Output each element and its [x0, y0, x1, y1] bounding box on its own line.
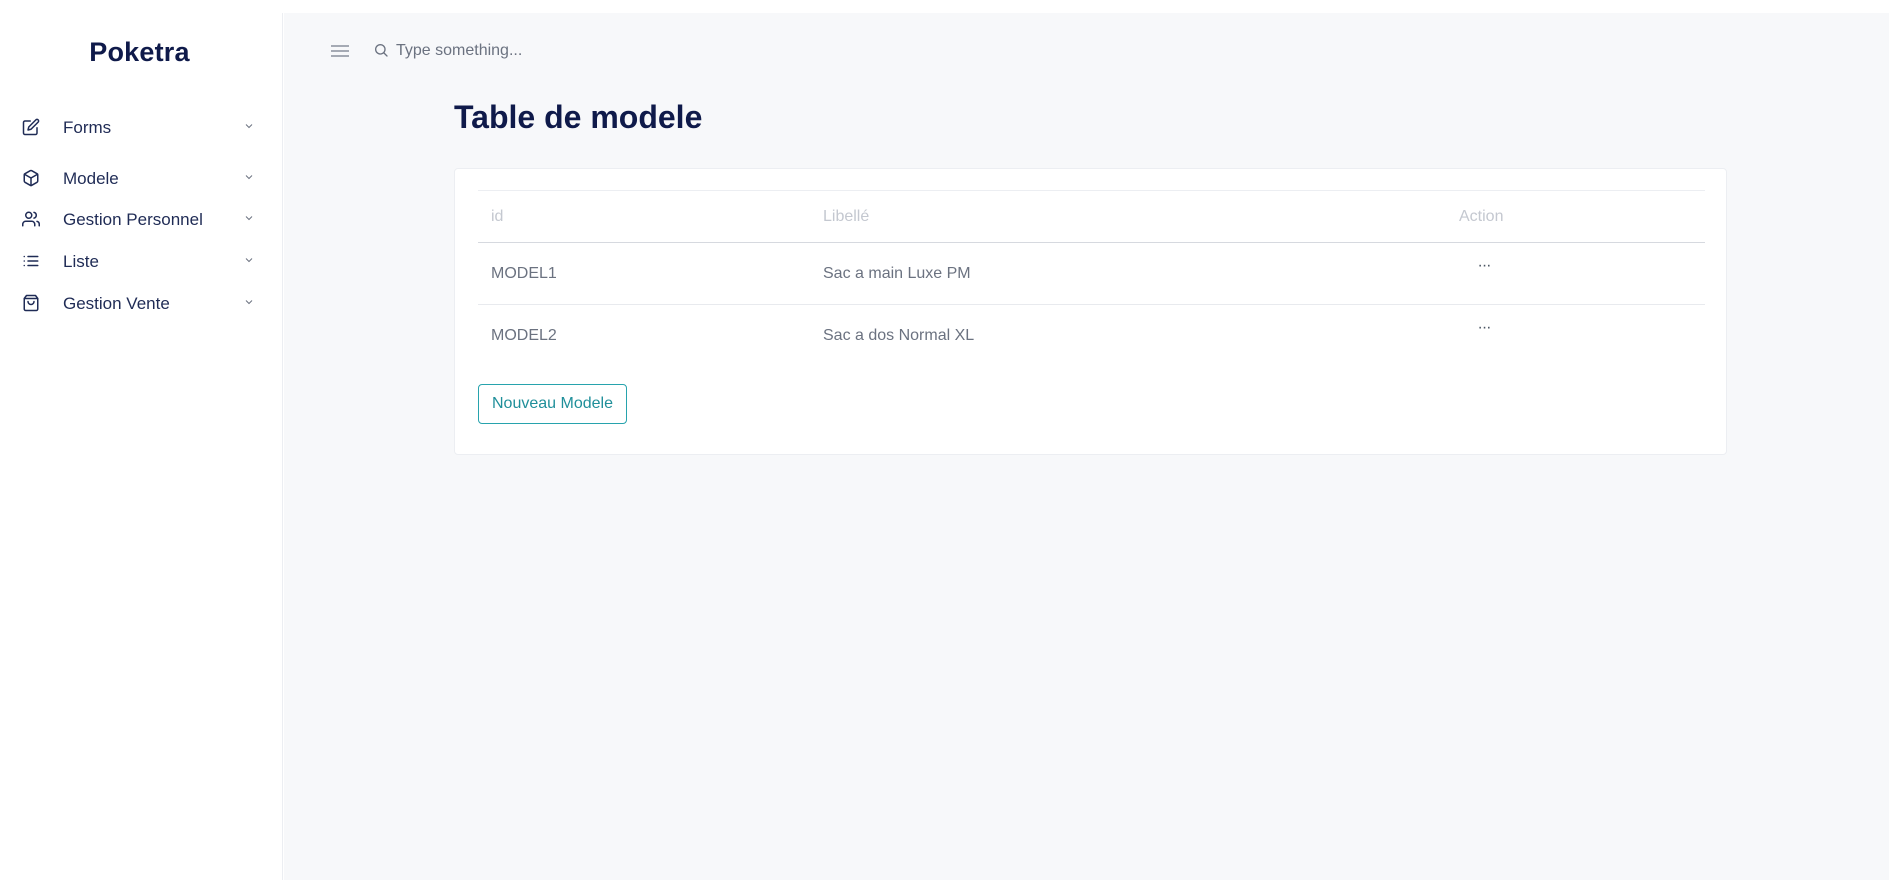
sidebar-item-label: Gestion Vente	[63, 294, 170, 313]
sidebar: Poketra Forms Modele Gestion Personnel L…	[0, 13, 283, 880]
models-table-card: id Libellé Action MODEL1 Sac a main Luxe…	[454, 168, 1727, 455]
table-header-row: id Libellé Action	[478, 190, 1705, 243]
chevron-down-icon	[243, 120, 255, 132]
chevron-down-icon	[243, 296, 255, 308]
row-actions-button[interactable]: ···	[1469, 319, 1499, 343]
row-actions-button[interactable]: ···	[1469, 257, 1499, 281]
sidebar-item-modele[interactable]: Modele	[0, 160, 283, 196]
top-strip	[0, 0, 1889, 13]
users-icon	[22, 210, 40, 228]
table-row: MODEL2 Sac a dos Normal XL ···	[478, 305, 1705, 367]
sidebar-item-forms[interactable]: Forms	[0, 109, 283, 145]
chevron-down-icon	[243, 171, 255, 183]
search-input[interactable]	[396, 36, 796, 66]
models-table: id Libellé Action MODEL1 Sac a main Luxe…	[478, 190, 1705, 367]
main-content: Table de modele id Libellé Action MODEL1…	[284, 13, 1889, 880]
sidebar-item-liste[interactable]: Liste	[0, 243, 283, 279]
sidebar-item-label: Forms	[63, 118, 112, 137]
sidebar-item-label: Gestion Personnel	[63, 210, 203, 229]
column-header-libelle: Libellé	[823, 208, 870, 225]
cell-libelle: Sac a dos Normal XL	[823, 327, 975, 344]
sidebar-item-label: Modele	[63, 169, 119, 188]
chevron-down-icon	[243, 212, 255, 224]
brand-logo[interactable]: Poketra	[0, 37, 279, 68]
page-title: Table de modele	[454, 99, 703, 135]
cell-id: MODEL2	[491, 327, 557, 344]
cell-id: MODEL1	[491, 265, 557, 282]
table-row: MODEL1 Sac a main Luxe PM ···	[478, 243, 1705, 305]
shopping-bag-icon	[22, 294, 40, 312]
chevron-down-icon	[243, 254, 255, 266]
box-icon	[22, 169, 40, 187]
list-icon	[22, 252, 40, 270]
cell-libelle: Sac a main Luxe PM	[823, 265, 971, 282]
sidebar-item-gestion-personnel[interactable]: Gestion Personnel	[0, 201, 283, 237]
column-header-action: Action	[1459, 208, 1504, 225]
search-icon	[373, 42, 389, 58]
column-header-id: id	[491, 208, 504, 225]
app-root: Poketra Forms Modele Gestion Personnel L…	[0, 0, 1889, 880]
sidebar-item-gestion-vente[interactable]: Gestion Vente	[0, 285, 283, 321]
sidebar-item-label: Liste	[63, 252, 99, 271]
hamburger-menu-icon[interactable]	[330, 43, 350, 59]
edit-icon	[22, 118, 40, 136]
new-model-button[interactable]: Nouveau Modele	[478, 384, 627, 424]
